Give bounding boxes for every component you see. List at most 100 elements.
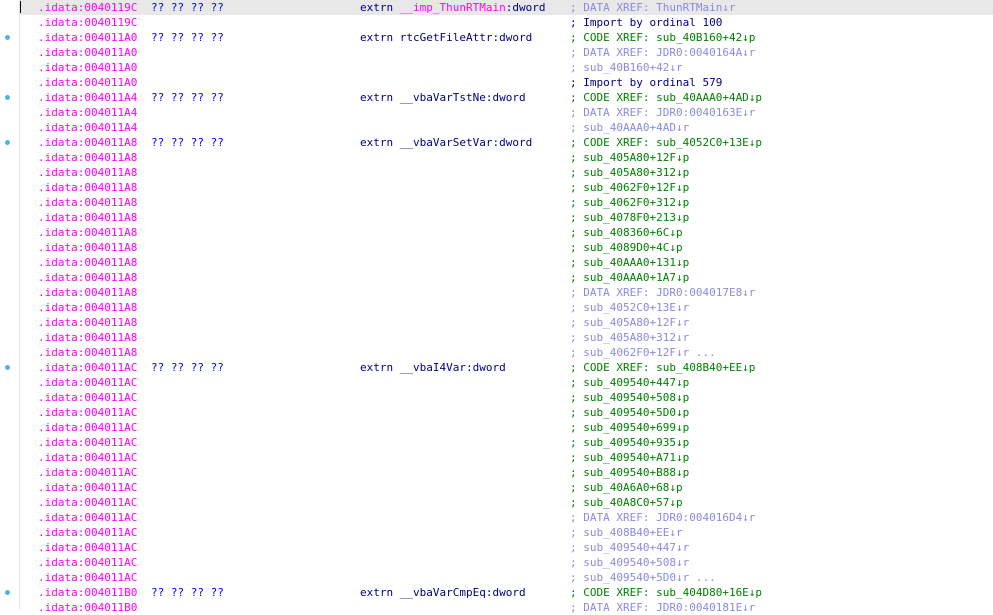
xref-comment[interactable]: ; CODE XREF: sub_40B160+42↓p <box>570 30 755 45</box>
address[interactable]: .idata:004011A8 <box>38 270 137 285</box>
address[interactable]: .idata:004011B0 <box>38 585 137 600</box>
address[interactable]: .idata:0040119C <box>38 0 137 15</box>
xref-comment[interactable]: ; sub_409540+5D0↓p <box>570 405 689 420</box>
xref-comment[interactable]: ; sub_409540+B88↓p <box>570 465 689 480</box>
xref-comment[interactable]: ; sub_4062F0+312↓p <box>570 195 689 210</box>
xref-comment[interactable]: ; sub_409540+935↓p <box>570 435 689 450</box>
address[interactable]: .idata:004011A8 <box>38 210 137 225</box>
address[interactable]: .idata:004011AC <box>38 405 137 420</box>
listing-line[interactable]: .idata:004011A8 ; sub_40AAA0+131↓p <box>20 255 993 270</box>
symbol-name[interactable]: __vbaVarTstNe <box>400 91 486 104</box>
xref-comment[interactable]: ; DATA XREF: ThunRTMain↓r <box>570 0 736 15</box>
address[interactable]: .idata:004011A4 <box>38 120 137 135</box>
address[interactable]: .idata:004011A4 <box>38 90 137 105</box>
listing-line[interactable]: .idata:004011B0 ?? ?? ?? ?? extrn __vbaVar… <box>5 585 993 600</box>
listing-line[interactable]: .idata:004011AC ; sub_409540+5D0↓p <box>20 405 993 420</box>
xref-comment[interactable]: ; sub_409540+508↓p <box>570 390 689 405</box>
xref-comment[interactable]: ; sub_40AAA0+4AD↓r <box>570 120 689 135</box>
address[interactable]: .idata:004011A8 <box>38 330 137 345</box>
address[interactable]: .idata:004011AC <box>38 510 137 525</box>
listing-line[interactable]: .idata:004011A8 ; sub_4052C0+13E↓r <box>20 300 993 315</box>
listing-line[interactable]: .idata:004011A8 ; sub_4062F0+12F↓r ... <box>20 345 993 360</box>
listing-line[interactable]: .idata:004011B0 ; DATA XREF: JDR0:0040181… <box>20 600 993 615</box>
xref-comment[interactable]: ; DATA XREF: JDR0:0040181E↓r <box>570 600 755 615</box>
address[interactable]: .idata:004011AC <box>38 435 137 450</box>
listing-line[interactable]: .idata:004011A4 ; sub_40AAA0+4AD↓r <box>20 120 993 135</box>
address[interactable]: .idata:004011AC <box>38 465 137 480</box>
address[interactable]: .idata:004011AC <box>38 360 137 375</box>
address[interactable]: .idata:004011AC <box>38 375 137 390</box>
xref-comment[interactable]: ; sub_409540+A71↓p <box>570 450 689 465</box>
address[interactable]: .idata:004011A0 <box>38 30 137 45</box>
address[interactable]: .idata:004011A8 <box>38 285 137 300</box>
address[interactable]: .idata:004011A8 <box>38 135 137 150</box>
address[interactable]: .idata:004011A8 <box>38 150 137 165</box>
listing-line[interactable]: .idata:004011A4 ?? ?? ?? ?? extrn __vbaVar… <box>5 90 993 105</box>
listing-line[interactable]: .idata:004011A8 ; sub_405A80+12F↓p <box>20 150 993 165</box>
listing-line[interactable]: .idata:004011AC ; sub_409540+447↓p <box>20 375 993 390</box>
import-comment[interactable]: ; Import by ordinal 579 <box>570 75 722 90</box>
listing-line[interactable]: .idata:004011AC ; sub_408B40+EE↓r <box>20 525 993 540</box>
xref-comment[interactable]: ; sub_40AAA0+1A7↓p <box>570 270 689 285</box>
address[interactable]: .idata:004011A0 <box>38 60 137 75</box>
listing-line[interactable]: .idata:004011A8 ; sub_4062F0+12F↓p <box>20 180 993 195</box>
address[interactable]: .idata:004011A8 <box>38 255 137 270</box>
listing-line[interactable]: .idata:004011A0 ; DATA XREF: JDR0:0040164… <box>20 45 993 60</box>
xref-comment[interactable]: ; sub_4078F0+213↓p <box>570 210 689 225</box>
xref-comment[interactable]: ; DATA XREF: JDR0:0040164A↓r <box>570 45 755 60</box>
address[interactable]: .idata:004011A0 <box>38 75 137 90</box>
address[interactable]: .idata:004011AC <box>38 570 137 585</box>
disassembly-listing[interactable]: .idata:0040119C ?? ?? ?? ?? extrn __imp_Th… <box>5 0 993 615</box>
address[interactable]: .idata:004011A8 <box>38 300 137 315</box>
listing-line[interactable]: .idata:004011AC ; sub_40A6A0+68↓p <box>20 480 993 495</box>
address[interactable]: .idata:004011A8 <box>38 240 137 255</box>
listing-line[interactable]: .idata:004011AC ; sub_409540+B88↓p <box>20 465 993 480</box>
address[interactable]: .idata:004011B0 <box>38 600 137 615</box>
listing-line[interactable]: .idata:004011A8 ; sub_408360+6C↓p <box>20 225 993 240</box>
address[interactable]: .idata:004011AC <box>38 555 137 570</box>
address[interactable]: .idata:0040119C <box>38 15 137 30</box>
address[interactable]: .idata:004011AC <box>38 420 137 435</box>
address[interactable]: .idata:004011A8 <box>38 165 137 180</box>
xref-comment[interactable]: ; DATA XREF: JDR0:004017E8↓r <box>570 285 755 300</box>
xref-comment[interactable]: ; DATA XREF: JDR0:004016D4↓r <box>570 510 755 525</box>
listing-line[interactable]: .idata:004011A8 ; sub_4089D0+4C↓p <box>20 240 993 255</box>
xref-comment[interactable]: ; CODE XREF: sub_408B40+EE↓p <box>570 360 755 375</box>
address[interactable]: .idata:004011A0 <box>38 45 137 60</box>
address[interactable]: .idata:004011A8 <box>38 315 137 330</box>
xref-comment[interactable]: ; sub_4089D0+4C↓p <box>570 240 683 255</box>
xref-comment[interactable]: ; sub_408B40+EE↓r <box>570 525 683 540</box>
listing-line[interactable]: .idata:004011A0 ; sub_40B160+42↓r <box>20 60 993 75</box>
listing-line[interactable]: .idata:004011AC ; sub_409540+699↓p <box>20 420 993 435</box>
xref-comment[interactable]: ; sub_409540+699↓p <box>570 420 689 435</box>
symbol-name[interactable]: rtcGetFileAttr <box>400 31 493 44</box>
listing-line[interactable]: .idata:004011A0 ; Import by ordinal 579 <box>20 75 993 90</box>
listing-line[interactable]: .idata:004011AC ?? ?? ?? ?? extrn __vbaI4V… <box>5 360 993 375</box>
address[interactable]: .idata:004011A8 <box>38 180 137 195</box>
listing-line[interactable]: .idata:004011AC ; sub_409540+935↓p <box>20 435 993 450</box>
xref-comment[interactable]: ; sub_409540+447↓p <box>570 375 689 390</box>
xref-comment[interactable]: ; sub_4052C0+13E↓r <box>570 300 689 315</box>
xref-comment[interactable]: ; sub_40B160+42↓r <box>570 60 683 75</box>
listing-line[interactable]: .idata:004011AC ; sub_409540+508↓r <box>20 555 993 570</box>
xref-comment[interactable]: ; sub_405A80+312↓p <box>570 165 689 180</box>
symbol-name[interactable]: __imp_ThunRTMain <box>400 1 506 14</box>
listing-line[interactable]: .idata:004011A4 ; DATA XREF: JDR0:0040163… <box>20 105 993 120</box>
listing-line[interactable]: .idata:004011AC ; sub_409540+508↓p <box>20 390 993 405</box>
listing-line[interactable]: .idata:004011A8 ; sub_405A80+312↓p <box>20 165 993 180</box>
address[interactable]: .idata:004011A8 <box>38 225 137 240</box>
xref-comment[interactable]: ; CODE XREF: sub_40AAA0+4AD↓p <box>570 90 762 105</box>
listing-line[interactable]: .idata:004011A8 ; sub_4062F0+312↓p <box>20 195 993 210</box>
address[interactable]: .idata:004011A8 <box>38 345 137 360</box>
xref-comment[interactable]: ; sub_40A6A0+68↓p <box>570 480 683 495</box>
address[interactable]: .idata:004011AC <box>38 480 137 495</box>
listing-line[interactable]: .idata:004011A8 ; sub_405A80+312↓r <box>20 330 993 345</box>
listing-line[interactable]: .idata:004011A0 ?? ?? ?? ?? extrn rtcGetFi… <box>5 30 993 45</box>
listing-line[interactable]: .idata:004011AC ; DATA XREF: JDR0:004016D… <box>20 510 993 525</box>
address[interactable]: .idata:004011A8 <box>38 195 137 210</box>
listing-line[interactable]: .idata:004011A8 ; sub_4078F0+213↓p <box>20 210 993 225</box>
xref-comment[interactable]: ; CODE XREF: sub_404D80+16E↓p <box>570 585 762 600</box>
xref-comment[interactable]: ; sub_409540+447↓r <box>570 540 689 555</box>
listing-line[interactable]: .idata:004011A8 ; sub_405A80+12F↓r <box>20 315 993 330</box>
xref-comment[interactable]: ; sub_409540+508↓r <box>570 555 689 570</box>
